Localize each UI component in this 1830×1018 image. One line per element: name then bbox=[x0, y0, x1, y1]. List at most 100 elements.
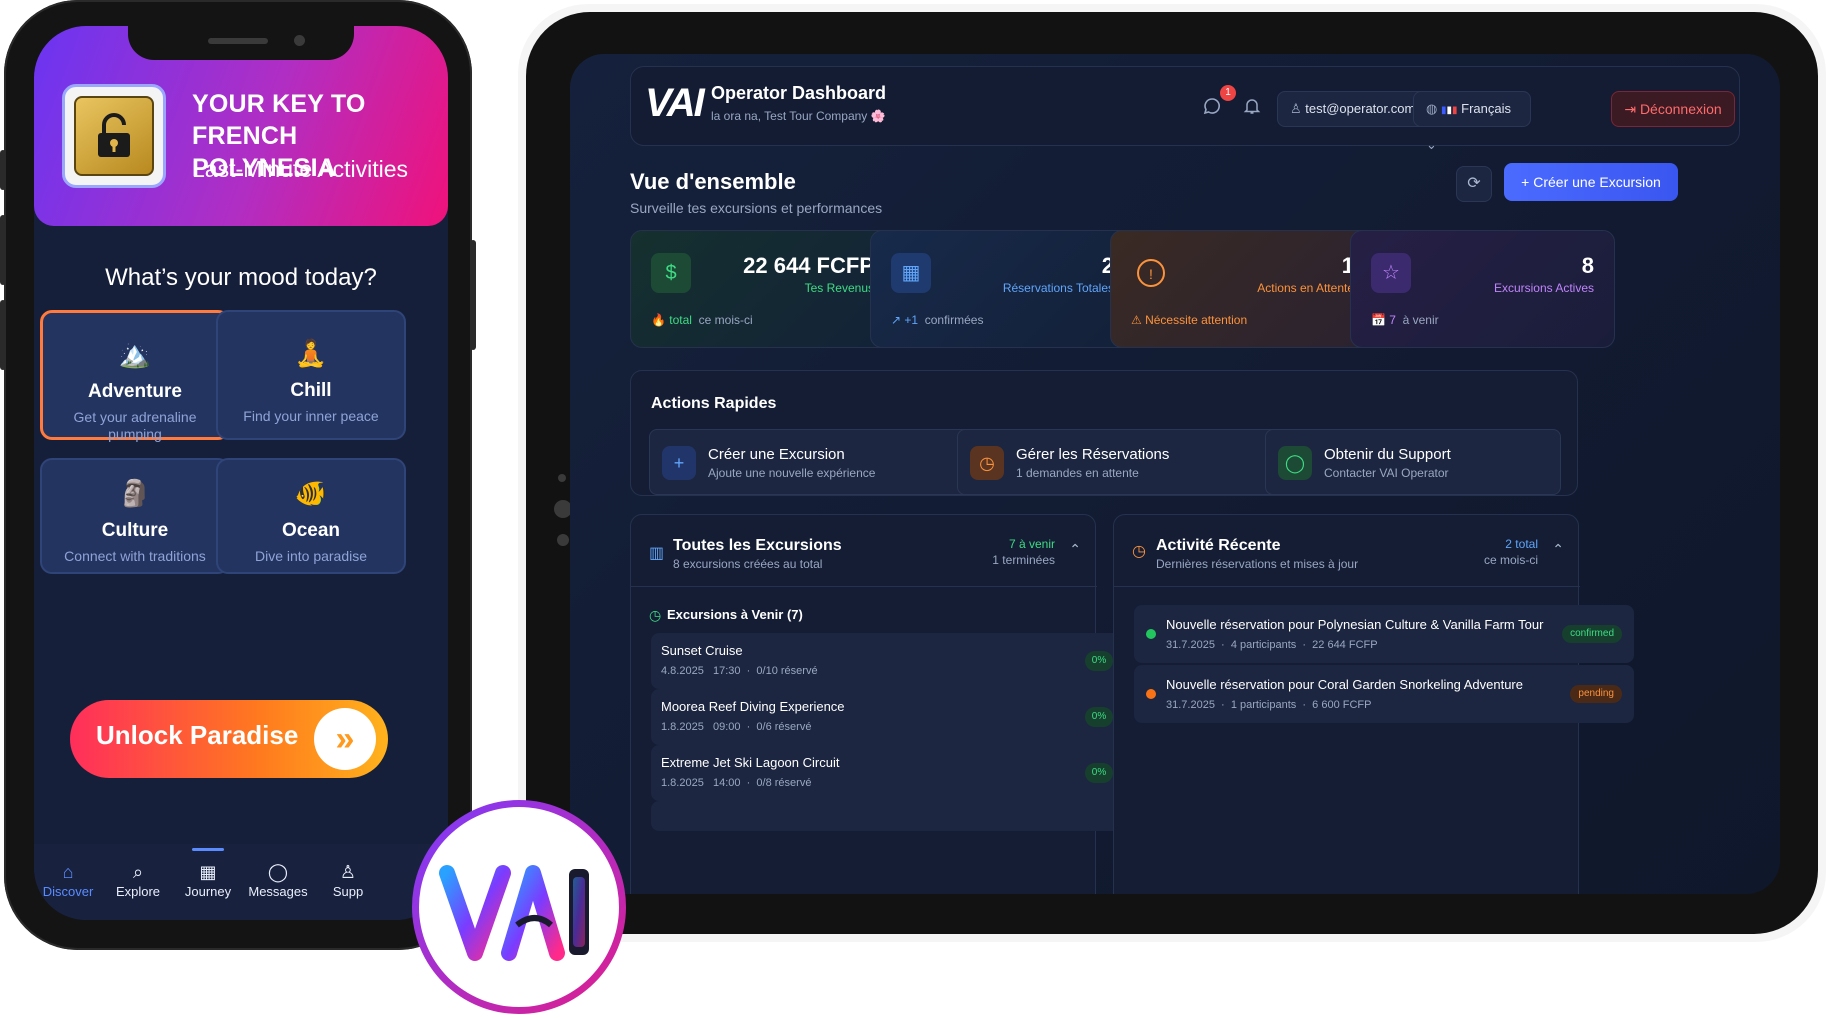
dollar-icon: $ bbox=[651, 253, 691, 293]
quick-action-create-excursion[interactable]: + Créer une Excursion Ajoute une nouvell… bbox=[649, 429, 993, 495]
unlock-paradise-button[interactable]: Unlock Paradise » bbox=[70, 700, 388, 778]
activity-date: 31.7.2025 bbox=[1166, 639, 1215, 651]
bell-icon[interactable] bbox=[1243, 97, 1261, 120]
excursion-date: 4.8.2025 bbox=[661, 665, 704, 677]
tab-explore[interactable]: ⌕ Explore bbox=[98, 862, 178, 899]
chevron-down-icon: ⌄ bbox=[1426, 137, 1437, 152]
tablet-camera bbox=[558, 474, 566, 482]
create-excursion-button[interactable]: + Créer une Excursion bbox=[1504, 163, 1678, 201]
user-email-chip[interactable]: ♙ test@operator.com bbox=[1277, 91, 1429, 127]
quick-action-manage-reservations[interactable]: ◷ Gérer les Réservations 1 demandes en a… bbox=[957, 429, 1301, 495]
mood-subtitle: Get your adrenaline pumping bbox=[73, 409, 197, 442]
home-icon: ⌂ bbox=[62, 862, 74, 882]
bar-chart-icon: ▥ bbox=[649, 545, 665, 562]
flag-icon: ▮▮▮ bbox=[1440, 105, 1458, 116]
excursions-panel: ▥ Toutes les Excursions 8 excursions cré… bbox=[630, 514, 1151, 894]
user-icon: ♙ bbox=[1290, 101, 1306, 116]
star-icon: ☆ bbox=[1371, 253, 1411, 293]
mood-title: Ocean bbox=[281, 520, 341, 541]
stat-card-active-excursions: ☆ 8 Excursions Actives 📅 7 à venir bbox=[1350, 230, 1615, 348]
tab-journey[interactable]: ▦ Journey bbox=[168, 862, 248, 899]
tablet-sensor bbox=[557, 534, 569, 546]
clock-icon: ◷ bbox=[649, 607, 662, 623]
stat-footer-highlight: total bbox=[669, 313, 692, 327]
dashboard-title: Operator Dashboard bbox=[711, 83, 887, 103]
tab-active-indicator bbox=[192, 848, 224, 851]
stat-footer: ⚠ Nécessite attention bbox=[1131, 313, 1248, 327]
mood-card-chill[interactable]: 🧘 Chill Find your inner peace bbox=[216, 310, 406, 440]
chat-icon[interactable] bbox=[1203, 97, 1221, 120]
excursion-row[interactable]: Extreme Jet Ski Lagoon Circuit 1.8.2025 … bbox=[651, 745, 1151, 801]
activity-participants: 1 participants bbox=[1230, 699, 1297, 711]
excursions-header[interactable]: ▥ Toutes les Excursions 8 excursions cré… bbox=[631, 515, 1097, 587]
quick-actions-panel: Actions Rapides + Créer une Excursion Aj… bbox=[630, 370, 1578, 496]
status-dot bbox=[1146, 629, 1156, 639]
status-badge: confirmed bbox=[1562, 625, 1622, 643]
activity-header[interactable]: ◷ Activité Récente Dernières réservation… bbox=[1114, 515, 1580, 587]
tab-discover[interactable]: ⌂ Discover bbox=[34, 862, 108, 899]
quick-action-support[interactable]: ◯ Obtenir du Support Contacter VAI Opera… bbox=[1265, 429, 1561, 495]
stat-footer-text: ce mois-ci bbox=[698, 313, 753, 327]
tab-support[interactable]: ♙ Supp bbox=[308, 862, 388, 899]
dashboard-header: VAI Operator Dashboard la ora na, Test T… bbox=[630, 66, 1740, 152]
user-email: test@operator.com bbox=[1305, 101, 1416, 116]
excursion-row[interactable]: Moorea Reef Diving Experience 1.8.2025 0… bbox=[651, 689, 1151, 745]
user-icon: ♙ bbox=[339, 862, 357, 882]
quick-action-title: Obtenir du Support bbox=[1324, 446, 1451, 463]
booking-percent-badge: 0% bbox=[1085, 763, 1113, 783]
unlock-label: Unlock Paradise bbox=[96, 720, 299, 750]
mood-subtitle: Connect with traditions bbox=[64, 548, 206, 564]
excursion-row-partial[interactable] bbox=[651, 801, 1151, 831]
fish-icon: 🐠 bbox=[294, 478, 328, 508]
quick-action-subtitle: Ajoute une nouvelle expérience bbox=[708, 466, 876, 480]
logout-button[interactable]: ⇥ Déconnexion bbox=[1611, 91, 1735, 127]
recent-activity-panel: ◷ Activité Récente Dernières réservation… bbox=[1113, 514, 1634, 894]
vai-brand-logo bbox=[412, 800, 626, 1014]
activity-item[interactable]: Nouvelle réservation pour Coral Garden S… bbox=[1134, 665, 1634, 723]
mood-title: Chill bbox=[290, 380, 332, 401]
double-chevron-right-icon: » bbox=[314, 708, 376, 770]
tab-label: Explore bbox=[115, 884, 161, 899]
stat-label: Tes Revenus bbox=[804, 281, 874, 295]
mood-card-adventure[interactable]: 🏔️ Adventure Get your adrenaline pumping bbox=[40, 310, 230, 442]
excursions-title: Toutes les Excursions bbox=[673, 537, 842, 554]
chevron-up-icon[interactable]: ⌃ bbox=[1069, 541, 1081, 558]
activity-period: ce mois-ci bbox=[1483, 553, 1538, 567]
excursion-row[interactable]: Sunset Cruise 4.8.2025 17:30 · 0/10 rése… bbox=[651, 633, 1151, 689]
mood-card-ocean[interactable]: 🐠 Ocean Dive into paradise bbox=[216, 458, 406, 574]
plus-icon: + bbox=[662, 446, 696, 480]
booking-percent-badge: 0% bbox=[1085, 707, 1113, 727]
clock-icon: ◷ bbox=[970, 446, 1004, 480]
stat-card-pending: ! 1 Actions en Attente ⚠ Nécessite atten… bbox=[1110, 230, 1375, 348]
stat-label: Actions en Attente bbox=[1257, 281, 1354, 295]
tab-label: Supp bbox=[332, 884, 364, 899]
logout-icon: ⇥ bbox=[1624, 101, 1640, 117]
activity-amount: 22 644 FCFP bbox=[1312, 639, 1378, 651]
activity-item[interactable]: Nouvelle réservation pour Polynesian Cul… bbox=[1134, 605, 1634, 663]
clock-icon: ◷ bbox=[1132, 543, 1146, 560]
refresh-button[interactable]: ⟳ bbox=[1456, 166, 1492, 202]
mood-subtitle: Find your inner peace bbox=[243, 408, 379, 424]
language-label: Français bbox=[1461, 101, 1511, 116]
excursion-details: 1.8.2025 09:00 · 0/6 réservé bbox=[661, 721, 812, 733]
stat-card-revenue: $ 22 644 FCFP Tes Revenus 🔥 total ce moi… bbox=[630, 230, 895, 348]
tab-messages[interactable]: ◯ Messages bbox=[238, 862, 318, 899]
stat-label: Excursions Actives bbox=[1493, 281, 1594, 295]
language-select[interactable]: ◍ ▮▮▮ Français ⌄ bbox=[1413, 91, 1531, 152]
bottom-tab-bar: ⌂ Discover ⌕ Explore ▦ Journey ◯ Message… bbox=[34, 844, 448, 920]
quick-action-title: Gérer les Réservations bbox=[1016, 446, 1170, 463]
mood-subtitle: Dive into paradise bbox=[254, 548, 368, 564]
excursion-booked: 0/8 réservé bbox=[756, 777, 812, 789]
mood-card-culture[interactable]: 🗿 Culture Connect with traditions bbox=[40, 458, 230, 574]
excursions-subtitle: 8 excursions créées au total bbox=[673, 557, 823, 571]
activity-text: Nouvelle réservation pour Polynesian Cul… bbox=[1166, 617, 1544, 632]
phone-mute-switch bbox=[0, 150, 6, 190]
chevron-up-icon[interactable]: ⌃ bbox=[1552, 541, 1564, 558]
notification-badge: 1 bbox=[1220, 85, 1236, 101]
stat-footer: 📅 7 à venir bbox=[1371, 313, 1439, 327]
stat-footer-highlight: ↗ +1 bbox=[891, 313, 919, 327]
activity-details: 31.7.2025 · 1 participants · 6 600 FCFP bbox=[1166, 699, 1372, 711]
chat-icon: ◯ bbox=[1278, 446, 1312, 480]
excursion-booked: 0/10 réservé bbox=[756, 665, 818, 677]
phone-screen: YOUR KEY TO FRENCH POLYNESIA Last-Minute… bbox=[34, 26, 448, 920]
